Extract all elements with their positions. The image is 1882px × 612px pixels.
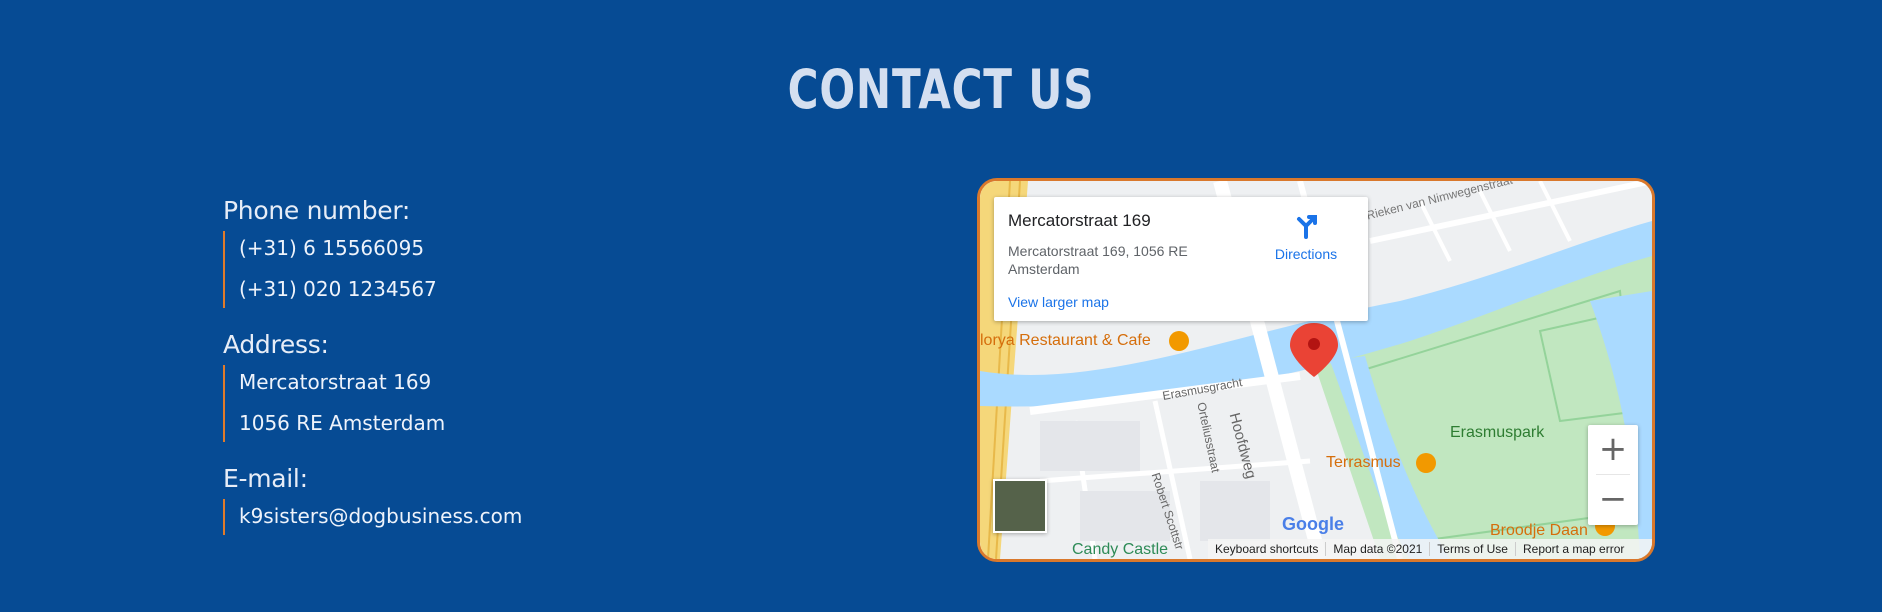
- map-label-candy[interactable]: Candy Castle: [1072, 541, 1168, 559]
- google-logo: Google: [1282, 514, 1344, 534]
- directions-label: Directions: [1274, 246, 1338, 262]
- zoom-controls: + −: [1588, 425, 1638, 525]
- email-group: E-mail: k9sisters@dogbusiness.com: [223, 464, 522, 535]
- map-label-restaurant[interactable]: lorya Restaurant & Cafe: [980, 332, 1151, 350]
- map-label-terrasmus[interactable]: Terrasmus: [1326, 454, 1401, 472]
- phone-group: Phone number: (+31) 6 15566095 (+31) 020…: [223, 196, 522, 308]
- keyboard-shortcuts-link[interactable]: Keyboard shortcuts: [1208, 542, 1325, 556]
- address-label: Address:: [223, 330, 329, 359]
- directions-button[interactable]: Directions: [1266, 211, 1346, 262]
- address-line: 1056 RE Amsterdam: [239, 411, 446, 435]
- place-title: Mercatorstraat 169: [1008, 211, 1151, 230]
- place-card: Mercatorstraat 169 Mercatorstraat 169, 1…: [994, 197, 1368, 321]
- phone-list: (+31) 6 15566095 (+31) 020 1234567: [223, 231, 522, 308]
- terms-link[interactable]: Terms of Use: [1429, 542, 1515, 556]
- phone-number[interactable]: (+31) 6 15566095: [239, 231, 522, 272]
- phone-number[interactable]: (+31) 020 1234567: [239, 272, 522, 308]
- phone-label: Phone number:: [223, 196, 411, 225]
- embedded-map[interactable]: lorya Restaurant & Cafe Erasmusgracht Ho…: [977, 178, 1655, 562]
- directions-icon: [1292, 215, 1320, 243]
- map-label-erasmuspark[interactable]: Erasmuspark: [1450, 424, 1544, 442]
- view-larger-map-link[interactable]: View larger map: [1008, 294, 1109, 310]
- address-list: Mercatorstraat 169 1056 RE Amsterdam: [223, 365, 522, 442]
- address-group: Address: Mercatorstraat 169 1056 RE Amst…: [223, 330, 522, 442]
- page-title: CONTACT US: [787, 58, 1095, 121]
- map-data-text: Map data ©2021: [1325, 542, 1429, 556]
- place-address: Mercatorstraat 169, 1056 RE Amsterdam: [1008, 243, 1188, 277]
- zoom-out-button[interactable]: −: [1588, 475, 1638, 525]
- report-error-link[interactable]: Report a map error: [1514, 542, 1631, 556]
- zoom-in-button[interactable]: +: [1588, 425, 1638, 475]
- satellite-toggle[interactable]: [993, 479, 1047, 533]
- email-link[interactable]: k9sisters@dogbusiness.com: [239, 499, 522, 535]
- contact-info: Phone number: (+31) 6 15566095 (+31) 020…: [223, 196, 522, 557]
- address-line: Mercatorstraat 169: [239, 370, 432, 394]
- email-list: k9sisters@dogbusiness.com: [223, 499, 522, 535]
- map-footer: Keyboard shortcuts Map data ©2021 Terms …: [1208, 539, 1652, 559]
- email-label: E-mail:: [223, 464, 308, 493]
- map-label-broodje[interactable]: Broodje Daan: [1490, 522, 1588, 540]
